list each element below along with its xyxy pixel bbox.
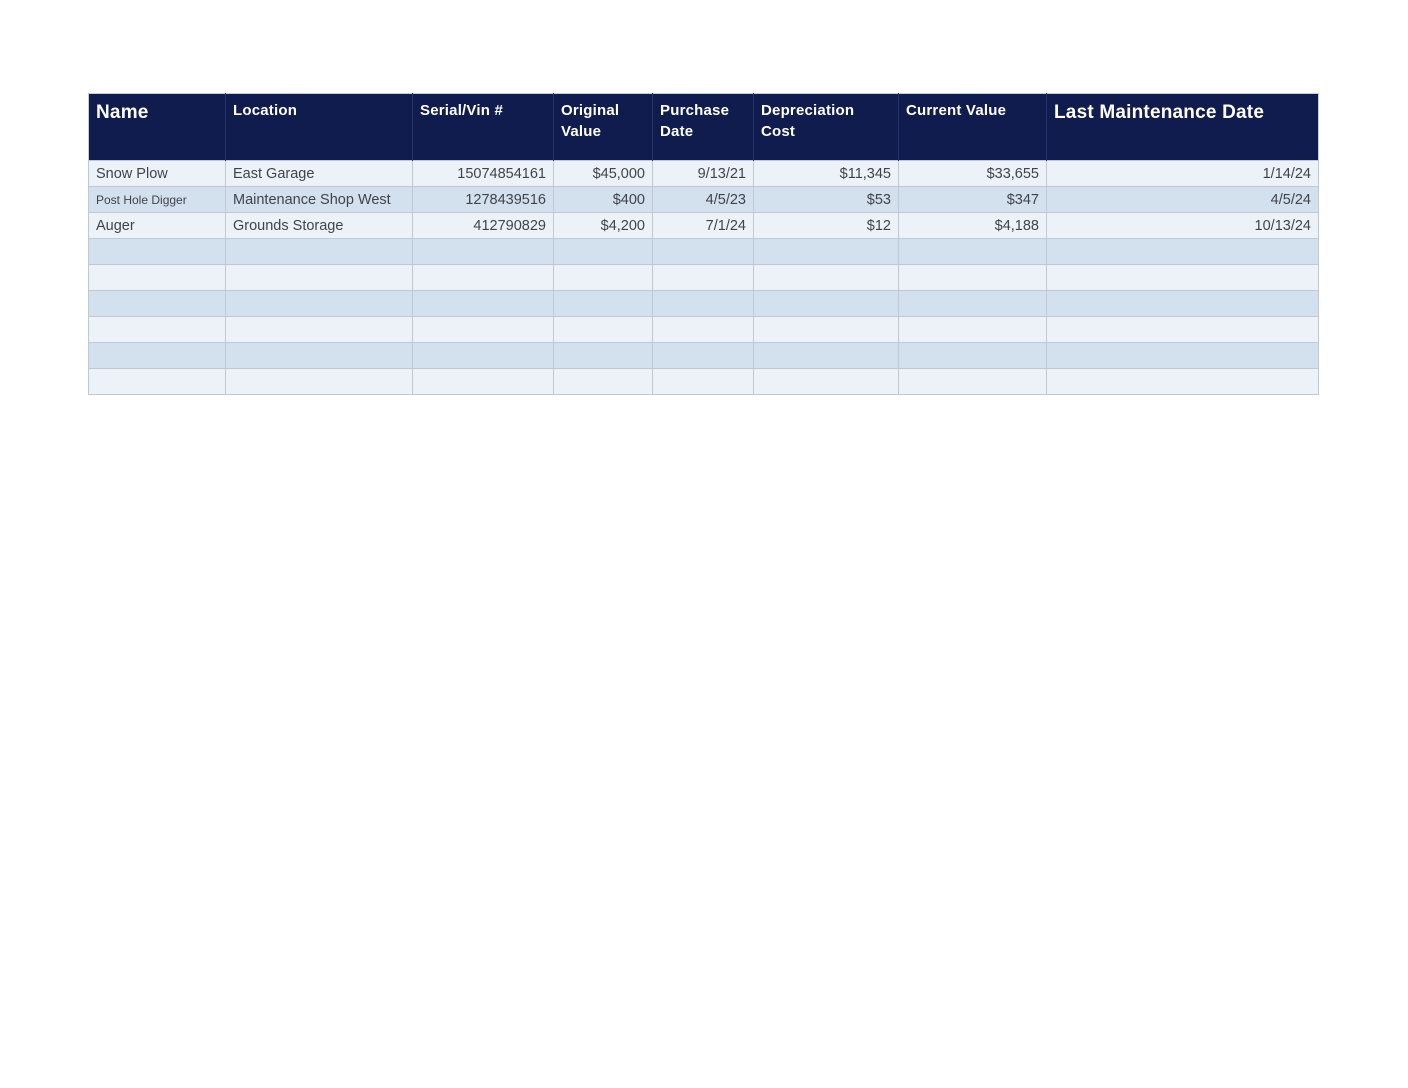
- empty-cell: [753, 290, 899, 317]
- cell-name: Post Hole Digger: [88, 186, 226, 213]
- empty-cell: [753, 342, 899, 369]
- empty-cell: [88, 368, 226, 395]
- cell-current-value: $347: [898, 186, 1047, 213]
- empty-cell: [753, 368, 899, 395]
- asset-table-container: Name Location Serial/Vin # Original Value Pu…: [88, 93, 1319, 395]
- cell-purchase-date: 9/13/21: [652, 160, 754, 187]
- empty-cell: [553, 368, 653, 395]
- page-canvas: Name Location Serial/Vin # Original Value Pu…: [0, 0, 1408, 1088]
- empty-row: [88, 238, 1319, 265]
- empty-cell: [88, 290, 226, 317]
- empty-cell: [1046, 368, 1319, 395]
- empty-cell: [898, 238, 1047, 265]
- empty-row: [88, 342, 1319, 369]
- empty-row: [88, 368, 1319, 395]
- cell-current-value: $33,655: [898, 160, 1047, 187]
- column-header-purchase-date: Purchase Date: [652, 93, 754, 161]
- column-header-name: Name: [88, 93, 226, 161]
- column-header-depreciation-cost: Depreciation Cost: [753, 93, 899, 161]
- cell-original-value: $400: [553, 186, 653, 213]
- cell-serial-vin: 1278439516: [412, 186, 554, 213]
- empty-row: [88, 264, 1319, 291]
- empty-cell: [225, 290, 413, 317]
- empty-cell: [652, 264, 754, 291]
- empty-cell: [412, 290, 554, 317]
- empty-cell: [652, 290, 754, 317]
- table-header: Name Location Serial/Vin # Original Value Pu…: [88, 93, 1319, 161]
- cell-depreciation-cost: $12: [753, 212, 899, 239]
- cell-original-value: $4,200: [553, 212, 653, 239]
- empty-cell: [898, 342, 1047, 369]
- cell-depreciation-cost: $11,345: [753, 160, 899, 187]
- empty-cell: [553, 264, 653, 291]
- empty-cell: [753, 238, 899, 265]
- empty-cell: [1046, 316, 1319, 343]
- cell-purchase-date: 7/1/24: [652, 212, 754, 239]
- cell-current-value: $4,188: [898, 212, 1047, 239]
- cell-serial-vin: 412790829: [412, 212, 554, 239]
- cell-last-maintenance-date: 10/13/24: [1046, 212, 1319, 239]
- column-header-serial-vin: Serial/Vin #: [412, 93, 554, 161]
- empty-cell: [225, 238, 413, 265]
- cell-last-maintenance-date: 4/5/24: [1046, 186, 1319, 213]
- empty-cell: [88, 316, 226, 343]
- cell-original-value: $45,000: [553, 160, 653, 187]
- table-row: Post Hole Digger Maintenance Shop West 127…: [88, 186, 1319, 213]
- empty-cell: [898, 290, 1047, 317]
- table-row: Snow Plow East Garage 15074854161 $45,000 9/…: [88, 160, 1319, 187]
- empty-cell: [412, 238, 554, 265]
- column-header-original-value: Original Value: [553, 93, 653, 161]
- empty-cell: [652, 238, 754, 265]
- empty-cell: [553, 342, 653, 369]
- empty-cell: [225, 316, 413, 343]
- cell-depreciation-cost: $53: [753, 186, 899, 213]
- empty-cell: [88, 264, 226, 291]
- cell-location: Maintenance Shop West: [225, 186, 413, 213]
- empty-cell: [898, 264, 1047, 291]
- empty-cell: [88, 342, 226, 369]
- empty-cell: [898, 368, 1047, 395]
- empty-cell: [553, 316, 653, 343]
- empty-row: [88, 316, 1319, 343]
- empty-cell: [1046, 290, 1319, 317]
- empty-cell: [898, 316, 1047, 343]
- empty-cell: [652, 342, 754, 369]
- cell-name: Auger: [88, 212, 226, 239]
- column-header-last-maintenance-date: Last Maintenance Date: [1046, 93, 1319, 161]
- empty-cell: [412, 342, 554, 369]
- table-row: Auger Grounds Storage 412790829 $4,200 7/1/2…: [88, 212, 1319, 239]
- empty-cell: [553, 290, 653, 317]
- empty-cell: [412, 264, 554, 291]
- empty-cell: [753, 264, 899, 291]
- empty-cell: [88, 238, 226, 265]
- empty-row: [88, 290, 1319, 317]
- cell-location: East Garage: [225, 160, 413, 187]
- empty-cell: [1046, 342, 1319, 369]
- empty-cell: [652, 368, 754, 395]
- cell-location: Grounds Storage: [225, 212, 413, 239]
- table-header-row: Name Location Serial/Vin # Original Value Pu…: [88, 93, 1319, 161]
- column-header-current-value: Current Value: [898, 93, 1047, 161]
- empty-cell: [753, 316, 899, 343]
- empty-cell: [225, 368, 413, 395]
- empty-cell: [553, 238, 653, 265]
- empty-cell: [225, 264, 413, 291]
- empty-cell: [1046, 238, 1319, 265]
- cell-name: Snow Plow: [88, 160, 226, 187]
- empty-cell: [225, 342, 413, 369]
- empty-cell: [1046, 264, 1319, 291]
- cell-last-maintenance-date: 1/14/24: [1046, 160, 1319, 187]
- column-header-location: Location: [225, 93, 413, 161]
- empty-cell: [412, 316, 554, 343]
- empty-cell: [652, 316, 754, 343]
- cell-purchase-date: 4/5/23: [652, 186, 754, 213]
- table-body: Snow Plow East Garage 15074854161 $45,000 9/…: [88, 160, 1319, 395]
- asset-table: Name Location Serial/Vin # Original Value Pu…: [88, 93, 1319, 395]
- empty-cell: [412, 368, 554, 395]
- cell-serial-vin: 15074854161: [412, 160, 554, 187]
